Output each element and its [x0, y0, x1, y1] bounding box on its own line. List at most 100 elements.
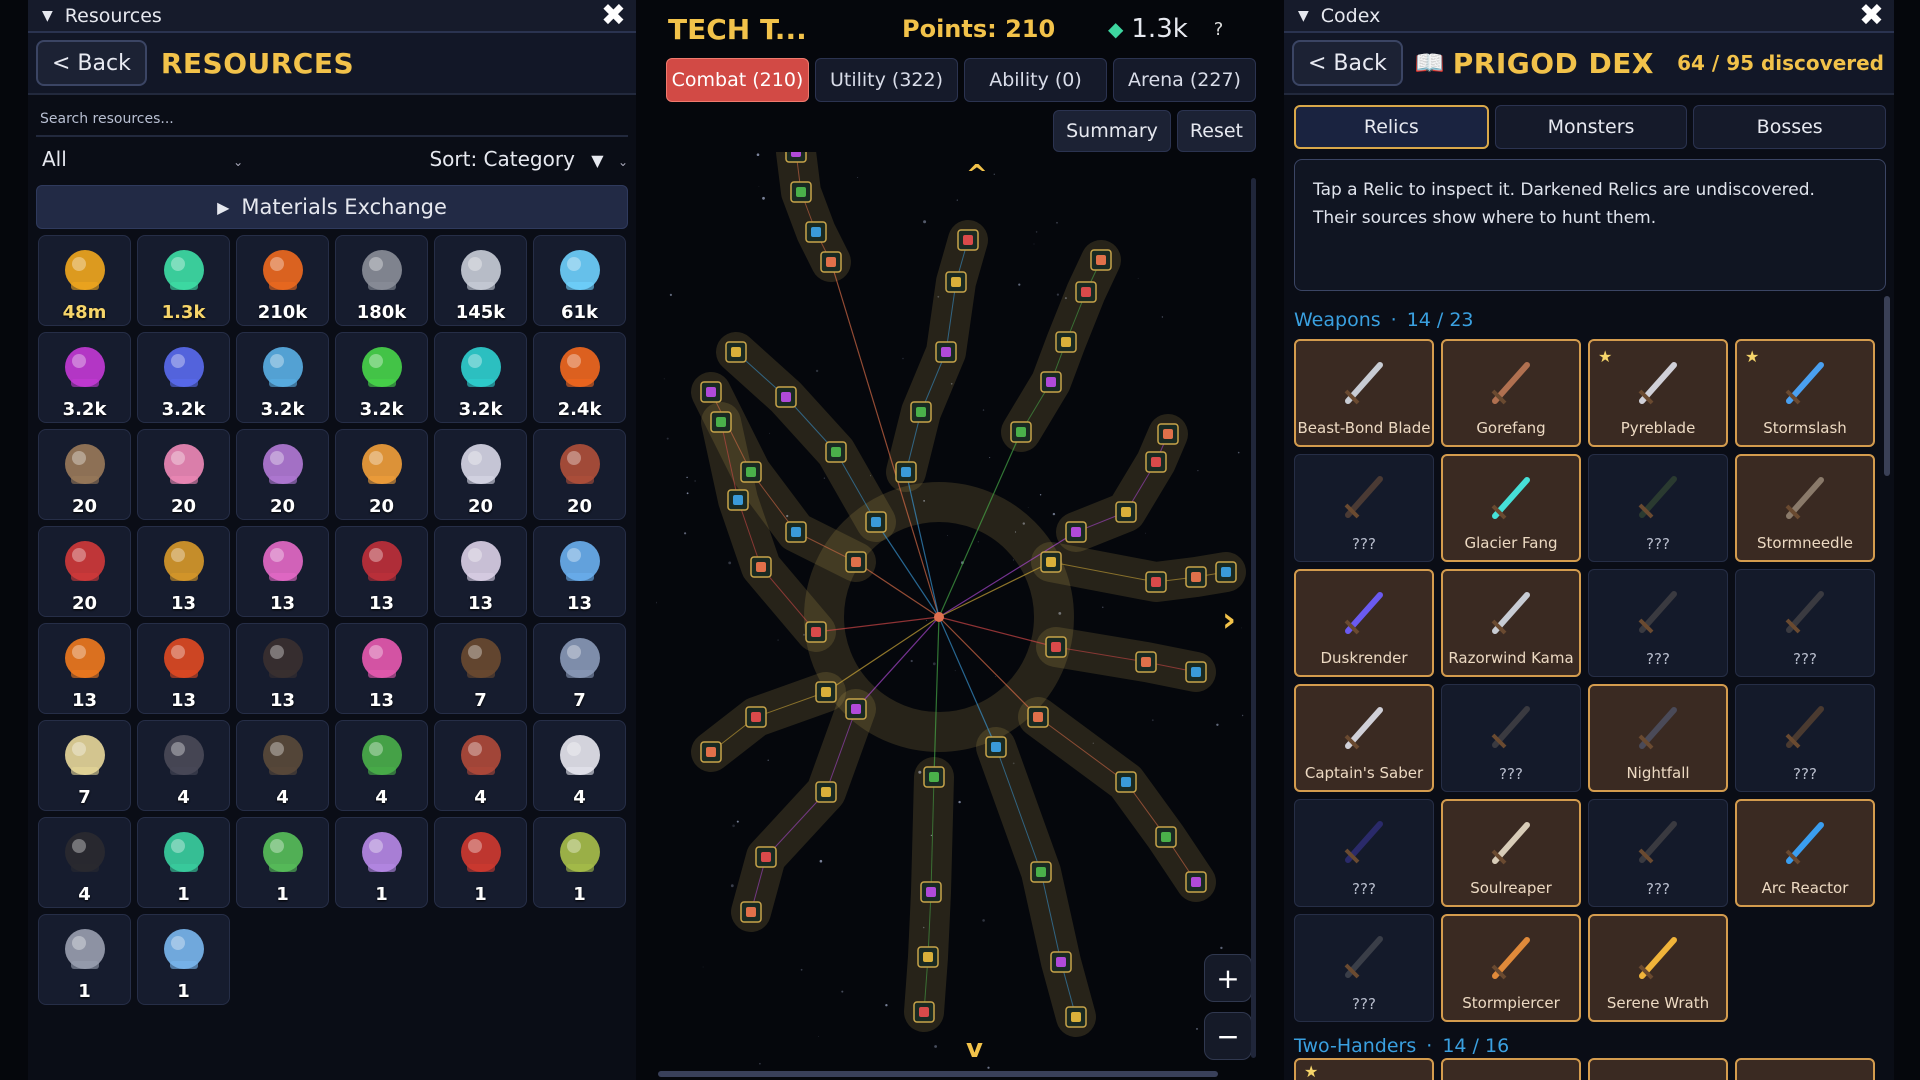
- resource-item[interactable]: 20: [434, 429, 527, 520]
- relic-card[interactable]: ???: [1441, 684, 1581, 792]
- relic-card[interactable]: [1588, 1058, 1728, 1080]
- scroll-down-arrow-icon[interactable]: v: [966, 1034, 983, 1064]
- resource-item[interactable]: 13: [38, 623, 131, 714]
- resource-item[interactable]: 1: [335, 817, 428, 908]
- relic-card[interactable]: ???: [1294, 914, 1434, 1022]
- tech-tree-canvas[interactable]: ^ v › + −: [656, 152, 1266, 1077]
- tab-combat[interactable]: Combat (210): [666, 58, 809, 102]
- relic-card[interactable]: [1735, 1058, 1875, 1080]
- resource-item[interactable]: 4: [434, 720, 527, 811]
- scroll-up-arrow-icon[interactable]: ^: [966, 160, 988, 190]
- search-input[interactable]: Search resources...: [36, 105, 628, 137]
- tech-tree-graph[interactable]: [656, 152, 1266, 1077]
- relic-card[interactable]: [1441, 1058, 1581, 1080]
- resource-item[interactable]: 20: [38, 429, 131, 520]
- relic-card[interactable]: ★: [1294, 1058, 1434, 1080]
- relic-card[interactable]: Captain's Saber: [1294, 684, 1434, 792]
- relic-card[interactable]: ???: [1588, 569, 1728, 677]
- resource-item[interactable]: 20: [236, 429, 329, 520]
- resource-item[interactable]: 4: [38, 817, 131, 908]
- zoom-out-button[interactable]: −: [1204, 1012, 1252, 1060]
- resource-item[interactable]: 13: [236, 526, 329, 617]
- back-button[interactable]: < Back: [1292, 40, 1403, 86]
- resource-item[interactable]: 1: [236, 817, 329, 908]
- horizontal-scrollbar[interactable]: [658, 1071, 1218, 1077]
- relic-card[interactable]: Nightfall: [1588, 684, 1728, 792]
- resource-item[interactable]: 13: [335, 526, 428, 617]
- materials-exchange-button[interactable]: ▶ Materials Exchange: [36, 185, 628, 229]
- resource-item[interactable]: 13: [434, 526, 527, 617]
- relic-card[interactable]: Soulreaper: [1441, 799, 1581, 907]
- summary-button[interactable]: Summary: [1053, 110, 1171, 152]
- relic-card[interactable]: ★ Stormslash: [1735, 339, 1875, 447]
- resource-item[interactable]: 7: [38, 720, 131, 811]
- resource-item[interactable]: 1.3k: [137, 235, 230, 326]
- resource-item[interactable]: 13: [137, 526, 230, 617]
- resource-item[interactable]: 3.2k: [38, 332, 131, 423]
- relic-card[interactable]: ???: [1588, 454, 1728, 562]
- tab-bosses[interactable]: Bosses: [1693, 105, 1887, 149]
- relic-card[interactable]: Serene Wrath: [1588, 914, 1728, 1022]
- close-icon[interactable]: ✖: [601, 1, 626, 31]
- resource-item[interactable]: 4: [335, 720, 428, 811]
- help-button[interactable]: ?: [1214, 19, 1224, 40]
- vertical-scrollbar[interactable]: [1251, 178, 1256, 1058]
- relic-card[interactable]: Stormpiercer: [1441, 914, 1581, 1022]
- tab-relics[interactable]: Relics: [1294, 105, 1489, 149]
- resource-item[interactable]: 3.2k: [335, 332, 428, 423]
- resource-item[interactable]: 3.2k: [236, 332, 329, 423]
- resource-item[interactable]: 4: [236, 720, 329, 811]
- relic-card[interactable]: ???: [1735, 569, 1875, 677]
- resource-item[interactable]: 20: [533, 429, 626, 520]
- tab-ability[interactable]: Ability (0): [964, 58, 1107, 102]
- resource-item[interactable]: 3.2k: [137, 332, 230, 423]
- resource-item[interactable]: 145k: [434, 235, 527, 326]
- close-icon[interactable]: ✖: [1859, 1, 1884, 31]
- resource-item[interactable]: 13: [533, 526, 626, 617]
- relic-card[interactable]: ???: [1588, 799, 1728, 907]
- resource-item[interactable]: 2.4k: [533, 332, 626, 423]
- resource-item[interactable]: 7: [434, 623, 527, 714]
- codex-scrollbar[interactable]: [1884, 296, 1890, 476]
- resource-item[interactable]: 7: [533, 623, 626, 714]
- resource-item[interactable]: 61k: [533, 235, 626, 326]
- resource-item[interactable]: 48m: [38, 235, 131, 326]
- tab-monsters[interactable]: Monsters: [1494, 105, 1688, 149]
- zoom-in-button[interactable]: +: [1204, 954, 1252, 1002]
- resource-item[interactable]: 20: [335, 429, 428, 520]
- reset-button[interactable]: Reset: [1176, 110, 1256, 152]
- resource-item[interactable]: 20: [38, 526, 131, 617]
- tab-arena[interactable]: Arena (227): [1113, 58, 1256, 102]
- resource-item[interactable]: 13: [236, 623, 329, 714]
- relic-card[interactable]: ???: [1735, 684, 1875, 792]
- relic-card[interactable]: Razorwind Kama: [1441, 569, 1581, 677]
- resource-item[interactable]: 4: [137, 720, 230, 811]
- tab-utility[interactable]: Utility (322): [815, 58, 958, 102]
- sort-dropdown[interactable]: Sort: Category ▼ ⌄: [429, 147, 628, 171]
- resource-item[interactable]: 1: [533, 817, 626, 908]
- relic-card[interactable]: Glacier Fang: [1441, 454, 1581, 562]
- resource-item[interactable]: 13: [137, 623, 230, 714]
- relic-card[interactable]: Beast-Bond Blade: [1294, 339, 1434, 447]
- relic-card[interactable]: Stormneedle: [1735, 454, 1875, 562]
- category-filter-dropdown[interactable]: All ⌄: [42, 147, 243, 171]
- scroll-right-arrow-icon[interactable]: ›: [1222, 600, 1236, 640]
- resource-item[interactable]: 1: [137, 817, 230, 908]
- resource-item[interactable]: 1: [137, 914, 230, 1005]
- relic-card[interactable]: Gorefang: [1441, 339, 1581, 447]
- relic-card[interactable]: ???: [1294, 454, 1434, 562]
- back-button[interactable]: < Back: [36, 40, 147, 86]
- resource-item[interactable]: 20: [137, 429, 230, 520]
- resource-item[interactable]: 1: [38, 914, 131, 1005]
- collapse-triangle-icon[interactable]: ▼: [42, 8, 53, 24]
- resource-item[interactable]: 210k: [236, 235, 329, 326]
- resource-item[interactable]: 4: [533, 720, 626, 811]
- resource-item[interactable]: 180k: [335, 235, 428, 326]
- relic-card[interactable]: Duskrender: [1294, 569, 1434, 677]
- resource-item[interactable]: 1: [434, 817, 527, 908]
- relic-card[interactable]: ★ Pyreblade: [1588, 339, 1728, 447]
- resource-item[interactable]: 13: [335, 623, 428, 714]
- relic-card[interactable]: Arc Reactor: [1735, 799, 1875, 907]
- relic-card[interactable]: ???: [1294, 799, 1434, 907]
- resource-item[interactable]: 3.2k: [434, 332, 527, 423]
